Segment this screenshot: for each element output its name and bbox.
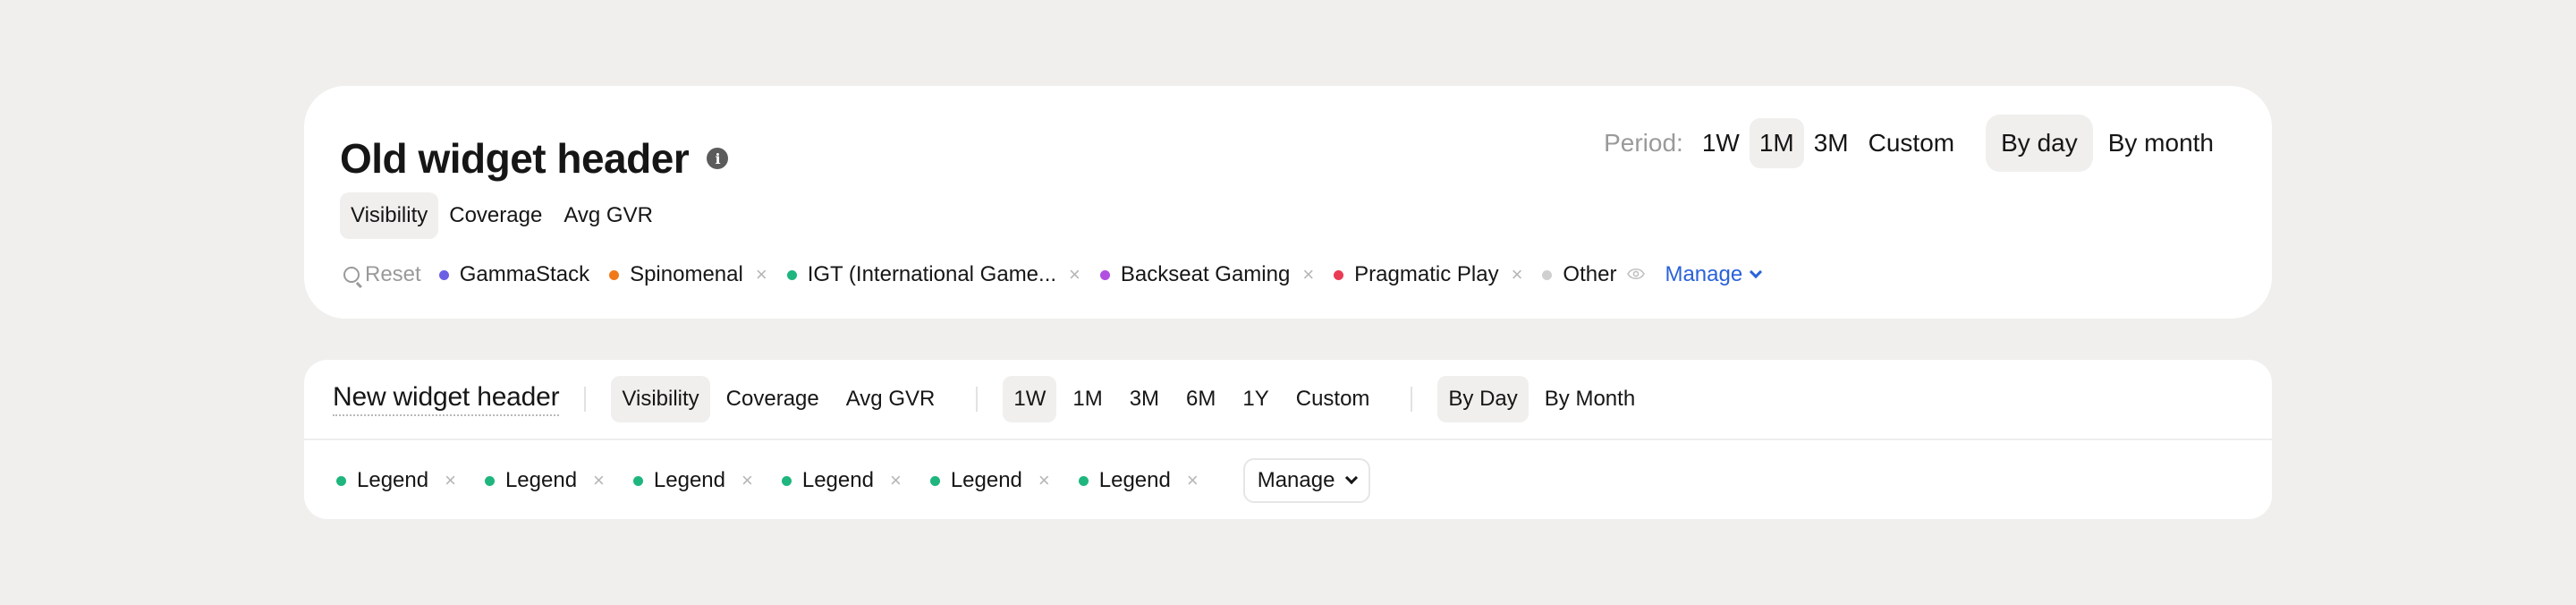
- period-option-custom[interactable]: Custom: [1859, 118, 1964, 168]
- legend-dot: [786, 269, 797, 280]
- legend-label: Pragmatic Play: [1354, 262, 1499, 286]
- manage-label: Manage: [1257, 468, 1335, 492]
- legend-label: Legend: [504, 468, 578, 492]
- legend-item[interactable]: Legend ×: [781, 468, 902, 493]
- tab-avg-gvr[interactable]: Avg GVR: [835, 376, 946, 422]
- granularity-by-month[interactable]: By Month: [1534, 376, 1646, 422]
- period-option-1w[interactable]: 1W: [1692, 118, 1750, 168]
- remove-icon[interactable]: ×: [1302, 263, 1314, 286]
- remove-icon[interactable]: ×: [741, 469, 753, 492]
- chevron-down-icon: [1345, 471, 1359, 485]
- legend-label: Backseat Gaming: [1120, 262, 1291, 286]
- old-widget-header: Old widget header i: [340, 122, 729, 195]
- new-widget-card: New widget header Visibility Coverage Av…: [304, 360, 2272, 519]
- old-widget-card: Old widget header i Period: 1W 1M 3M Cus…: [304, 86, 2272, 319]
- legend-label: Spinomenal: [630, 262, 743, 286]
- remove-icon[interactable]: ×: [756, 263, 767, 286]
- remove-icon[interactable]: ×: [1512, 263, 1523, 286]
- reset-label: Reset: [365, 262, 421, 286]
- new-legend: Legend × Legend × Legend × Legend × Lege…: [336, 458, 1371, 503]
- new-period-selector: 1W 1M 3M 6M 1Y Custom: [1003, 376, 1385, 422]
- old-widget-title: Old widget header: [340, 135, 690, 182]
- legend-dot: [929, 475, 940, 486]
- legend-label: IGT (International Game...: [807, 262, 1057, 286]
- old-period-selector: Period: 1W 1M 3M Custom By day By month: [1604, 115, 2229, 172]
- divider: [976, 387, 979, 412]
- legend-dot: [1078, 475, 1089, 486]
- legend-dot: [1542, 269, 1553, 280]
- granularity-by-month[interactable]: By month: [2093, 115, 2229, 172]
- period-option-3m[interactable]: 3M: [1804, 118, 1859, 168]
- old-metric-tabs: Visibility Coverage Avg GVR: [340, 192, 664, 239]
- new-widget-title: New widget header: [333, 382, 560, 416]
- eye-icon[interactable]: [1627, 265, 1646, 285]
- legend-label: GammaStack: [459, 262, 590, 286]
- new-widget-header: New widget header Visibility Coverage Av…: [304, 360, 2272, 440]
- legend-item-backseat-gaming[interactable]: Backseat Gaming ×: [1099, 262, 1314, 287]
- old-legend: Reset GammaStack Spinomenal × IGT (Inter…: [343, 260, 1763, 290]
- legend-label: Other: [1563, 262, 1617, 286]
- legend-label: Legend: [653, 468, 725, 492]
- legend-item-gammastack[interactable]: GammaStack: [438, 262, 590, 287]
- legend-dot: [781, 475, 792, 486]
- legend-item[interactable]: Legend ×: [632, 468, 753, 493]
- manage-label: Manage: [1665, 262, 1743, 286]
- legend-label: Legend: [357, 468, 429, 492]
- period-option-custom[interactable]: Custom: [1285, 376, 1381, 422]
- legend-dot: [438, 269, 449, 280]
- period-option-1y[interactable]: 1Y: [1232, 376, 1279, 422]
- legend-item[interactable]: Legend ×: [336, 468, 456, 493]
- divider: [584, 387, 587, 412]
- tab-coverage[interactable]: Coverage: [716, 376, 830, 422]
- remove-icon[interactable]: ×: [445, 469, 456, 492]
- legend-dot: [632, 475, 643, 486]
- period-option-1w[interactable]: 1W: [1003, 376, 1057, 422]
- legend-dot: [1099, 269, 1110, 280]
- tab-visibility[interactable]: Visibility: [611, 376, 710, 422]
- manage-link[interactable]: Manage: [1665, 262, 1763, 287]
- remove-icon[interactable]: ×: [593, 469, 605, 492]
- period-option-6m[interactable]: 6M: [1175, 376, 1226, 422]
- legend-dot: [484, 475, 495, 486]
- reset-button[interactable]: Reset: [343, 262, 421, 287]
- legend-item[interactable]: Legend ×: [1078, 468, 1199, 493]
- granularity-by-day[interactable]: By Day: [1437, 376, 1529, 422]
- remove-icon[interactable]: ×: [1187, 469, 1199, 492]
- remove-icon[interactable]: ×: [890, 469, 902, 492]
- chevron-down-icon: [1750, 265, 1763, 279]
- legend-dot: [609, 269, 620, 280]
- period-option-3m[interactable]: 3M: [1119, 376, 1170, 422]
- new-metric-tabs: Visibility Coverage Avg GVR: [611, 376, 951, 422]
- manage-button[interactable]: Manage: [1242, 458, 1371, 503]
- period-label: Period:: [1604, 129, 1683, 157]
- granularity-by-day[interactable]: By day: [1986, 115, 2093, 172]
- legend-dot: [336, 475, 346, 486]
- legend-label: Legend: [950, 468, 1022, 492]
- legend-dot: [1334, 269, 1344, 280]
- remove-icon[interactable]: ×: [1038, 469, 1050, 492]
- legend-item-pragmatic-play[interactable]: Pragmatic Play ×: [1334, 262, 1522, 287]
- reset-icon: [343, 267, 360, 283]
- legend-item-spinomenal[interactable]: Spinomenal ×: [609, 262, 767, 287]
- tab-avg-gvr[interactable]: Avg GVR: [553, 192, 664, 239]
- divider: [1411, 387, 1413, 412]
- legend-item-other[interactable]: Other: [1542, 262, 1646, 287]
- legend-label: Legend: [801, 468, 874, 492]
- info-icon[interactable]: i: [707, 148, 729, 169]
- legend-item[interactable]: Legend ×: [929, 468, 1050, 493]
- remove-icon[interactable]: ×: [1069, 263, 1080, 286]
- legend-item[interactable]: Legend ×: [484, 468, 605, 493]
- legend-item-igt[interactable]: IGT (International Game... ×: [786, 262, 1080, 287]
- period-option-1m[interactable]: 1M: [1749, 118, 1804, 168]
- tab-visibility[interactable]: Visibility: [340, 192, 439, 239]
- tab-coverage[interactable]: Coverage: [438, 192, 553, 239]
- new-granularity-selector: By Day By Month: [1437, 376, 1651, 422]
- legend-label: Legend: [1098, 468, 1171, 492]
- period-option-1m[interactable]: 1M: [1062, 376, 1113, 422]
